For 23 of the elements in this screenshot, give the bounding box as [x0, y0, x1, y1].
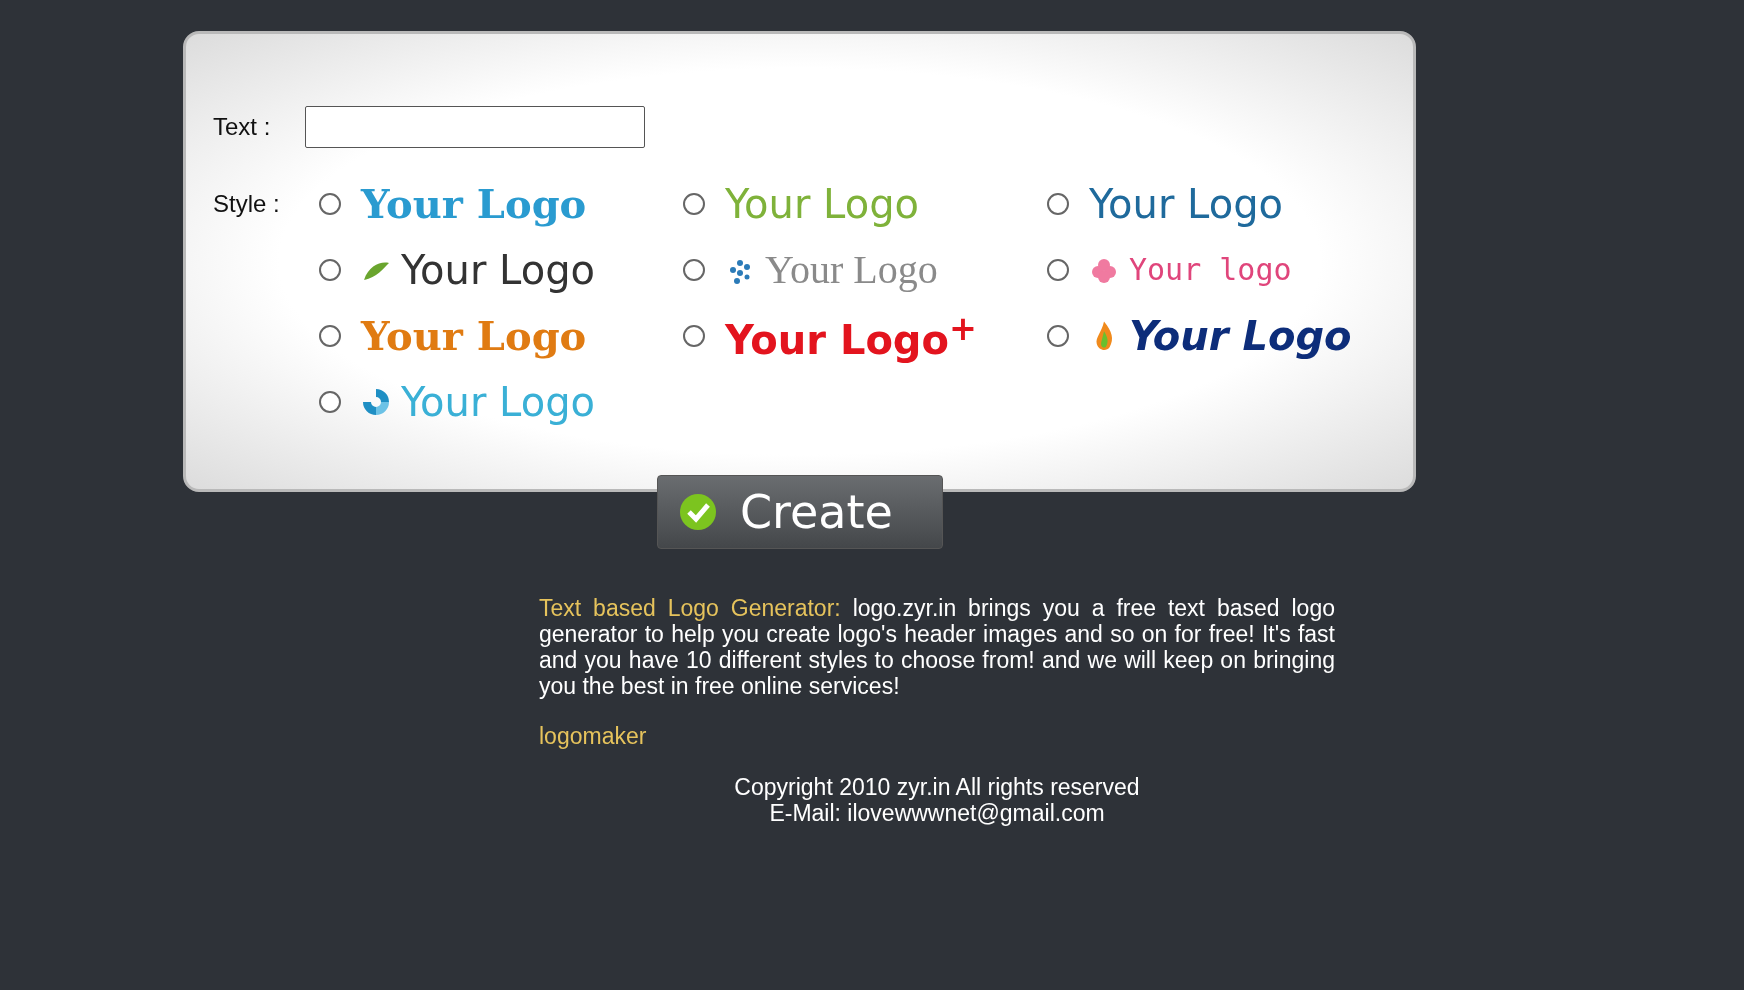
description-text: Text based Logo Generator: logo.zyr.in brings you a free text based logo generator to help you create logo's header images and so on for free! It's fast and you have 10 different styles to choose from! and we will keep on bringing you the best in free online services! [539, 595, 1335, 699]
text-input[interactable] [305, 106, 645, 148]
logo-preview: Your Logo$^{+}$ [725, 311, 977, 361]
check-icon [678, 492, 718, 532]
radio-button[interactable] [683, 259, 705, 281]
logo-preview: Your logo [1129, 255, 1292, 285]
radio-button[interactable] [319, 391, 341, 413]
footer-text: E-Mail: ilovewwwnet@gmail.com [769, 800, 1105, 826]
radio-button[interactable] [319, 259, 341, 281]
footer-text: Copyright 2010 zyr.in All rights reserved [734, 774, 1140, 800]
radio-button[interactable] [1047, 193, 1069, 215]
create-button[interactable]: Create [657, 475, 943, 549]
radio-button[interactable] [319, 193, 341, 215]
radio-button[interactable] [1047, 325, 1069, 347]
radio-button[interactable] [683, 325, 705, 347]
logo-preview: Your Logo [765, 250, 938, 290]
style-label: Style : [213, 190, 281, 218]
radio-button[interactable] [1047, 259, 1069, 281]
logomaker-link[interactable]: logomaker [539, 723, 647, 750]
text-label: Text : [213, 113, 272, 141]
swirl-icon [361, 386, 391, 418]
radio-button[interactable] [683, 193, 705, 215]
radio-button[interactable] [319, 325, 341, 347]
